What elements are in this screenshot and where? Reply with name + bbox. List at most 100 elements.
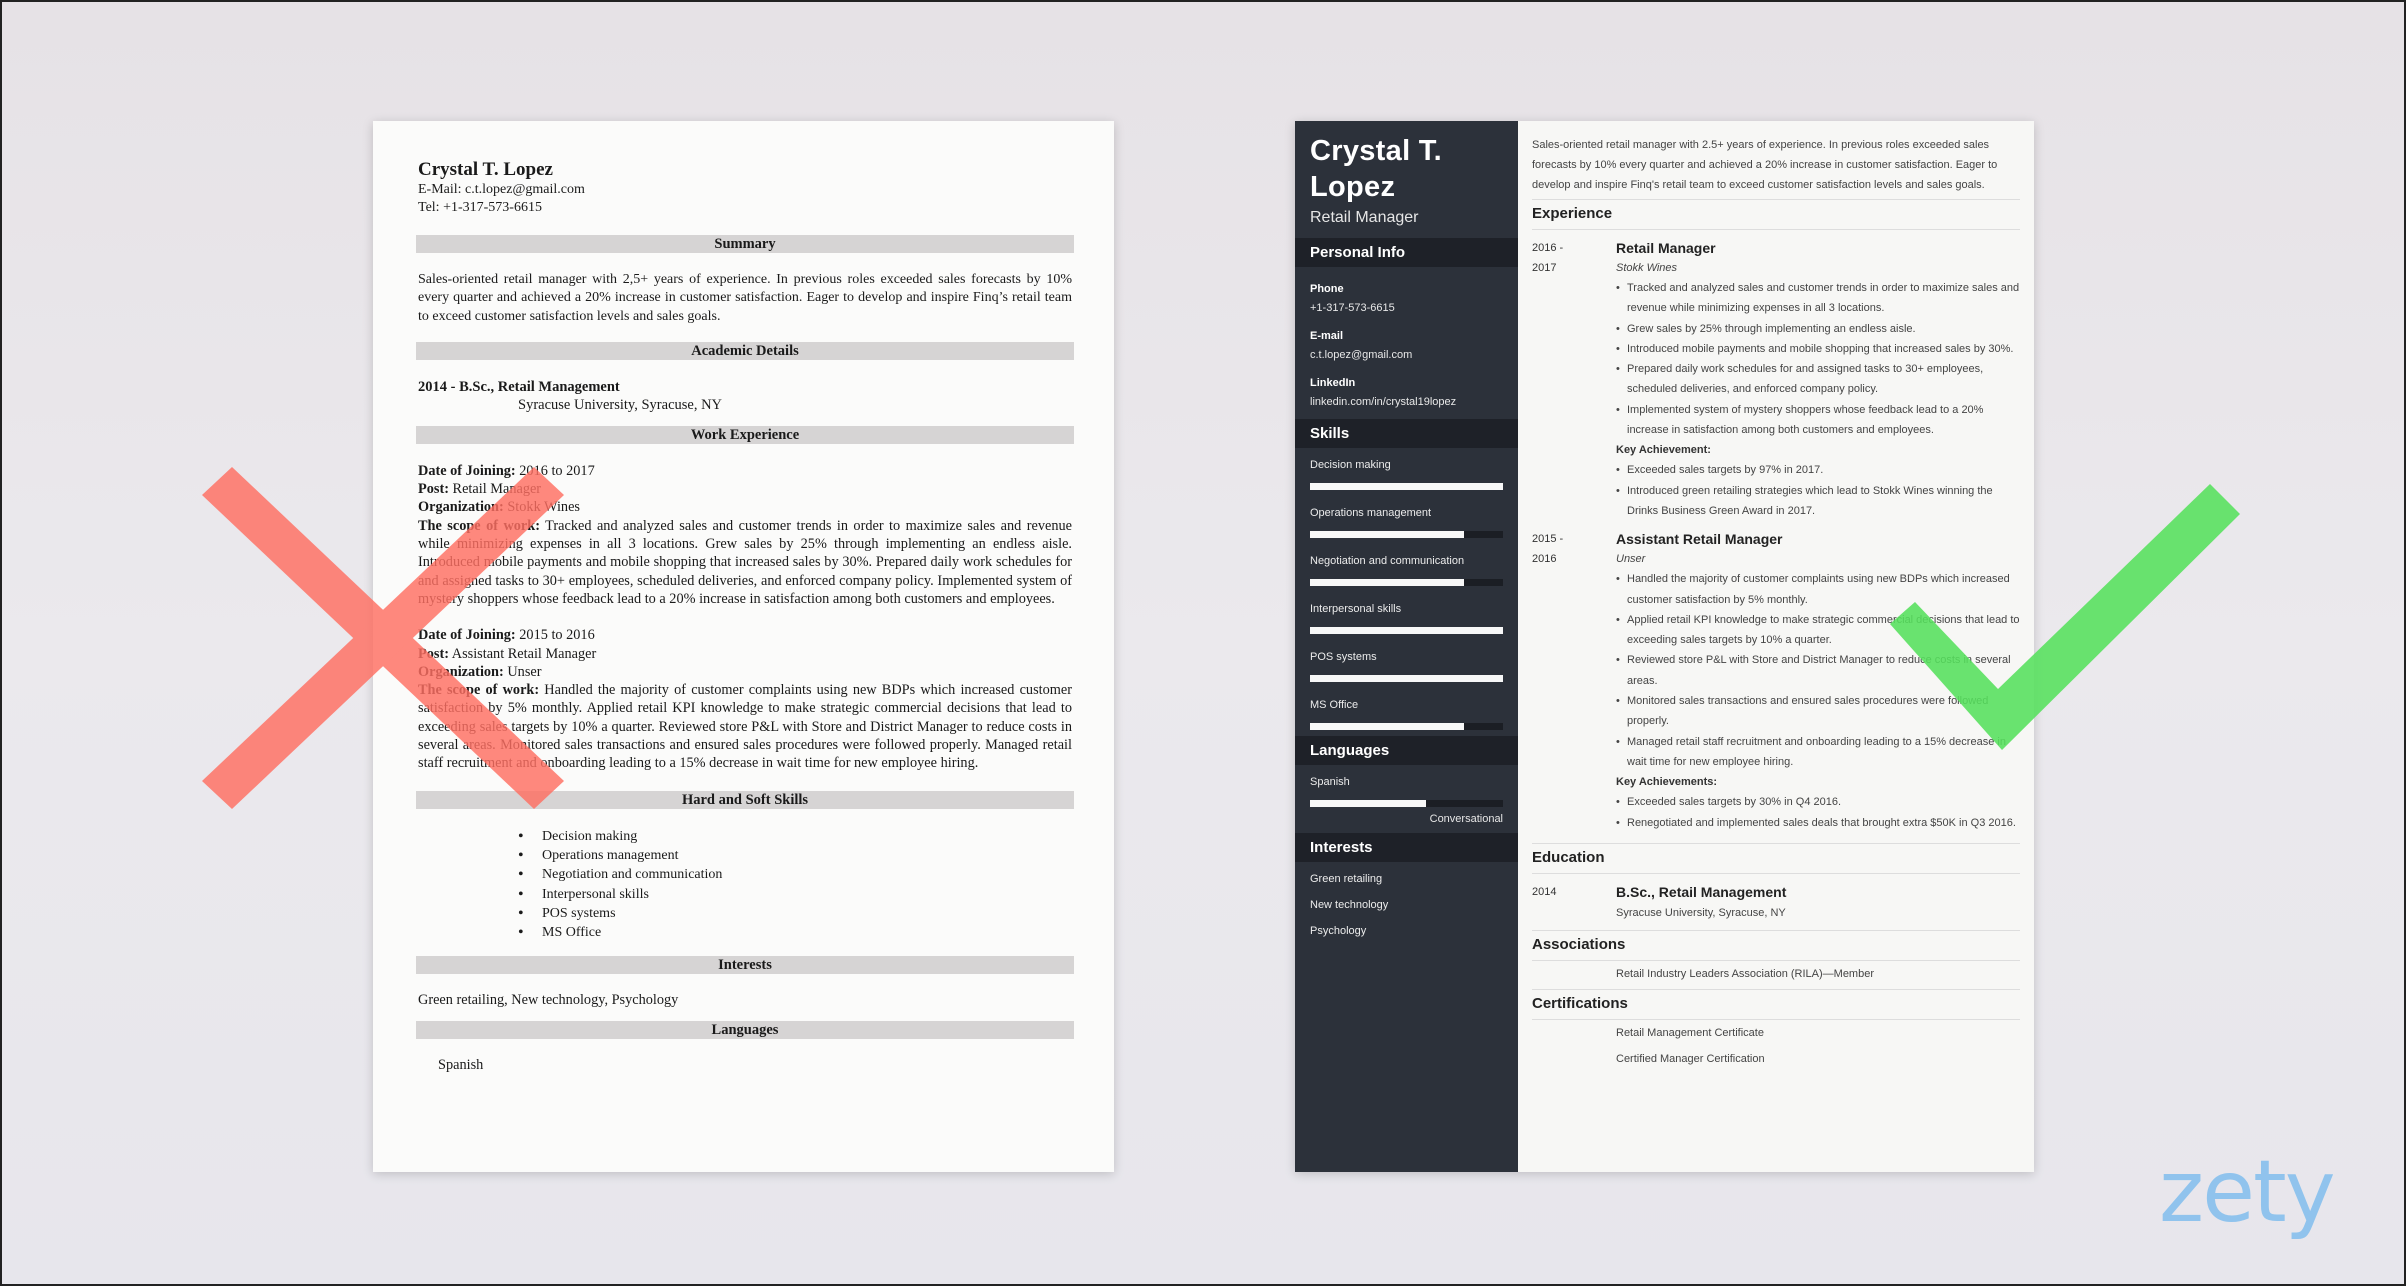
skill-name: Negotiation and communication bbox=[1310, 555, 1465, 567]
job-bullet: Grew sales by 25% through implementing a… bbox=[1616, 319, 2020, 340]
skill-level-bar bbox=[1310, 723, 1503, 730]
section-heading-experience: Experience bbox=[1532, 199, 2020, 230]
skill-item: Interpersonal skills bbox=[1295, 592, 1518, 634]
job-bullet: Prepared daily work schedules for and as… bbox=[1616, 359, 2020, 400]
skill-item: Operations management bbox=[1295, 496, 1518, 538]
sidebar-heading-skills: Skills bbox=[1295, 419, 1518, 448]
skill-name: Interpersonal skills bbox=[1310, 603, 1402, 615]
bad-interests-text: Green retailing, New technology, Psychol… bbox=[418, 992, 679, 1009]
check-stroke bbox=[1890, 484, 2240, 750]
skill-level-fill bbox=[1310, 579, 1465, 586]
bad-skill-item: MS Office bbox=[518, 923, 1072, 943]
skills-list: Decision making Operations management Nego… bbox=[1295, 448, 1518, 730]
skill-level-bar bbox=[1310, 531, 1503, 538]
bad-skill-item: POS systems bbox=[518, 904, 1072, 924]
job-date-end: 2016 bbox=[1532, 553, 1557, 566]
skill-name: Operations management bbox=[1310, 507, 1432, 519]
phone-value: +1-317-573-6615 bbox=[1310, 302, 1395, 314]
bad-skill-item: Negotiation and communication bbox=[518, 865, 1072, 885]
bad-section-interests: Interests bbox=[416, 956, 1074, 975]
linkedin-value: linkedin.com/in/crystal19lopez bbox=[1310, 396, 1457, 408]
job-bullet: Introduced mobile payments and mobile sh… bbox=[1616, 339, 2020, 360]
language-item: Spanish Conversational bbox=[1295, 765, 1518, 833]
bad-language: Spanish bbox=[438, 1057, 484, 1074]
bad-skill-item: Operations management bbox=[518, 846, 1072, 866]
languages-list: Spanish Conversational bbox=[1295, 765, 1518, 833]
job-dates: 2016 - 2017 bbox=[1532, 238, 1616, 521]
job-title: Retail Manager bbox=[1616, 240, 1716, 256]
job-date-end: 2017 bbox=[1532, 262, 1557, 274]
language-level-bar bbox=[1310, 800, 1503, 807]
key-achievement-label: Key Achievement: bbox=[1616, 444, 1711, 457]
skill-level-bar bbox=[1310, 627, 1503, 634]
bad-section-work: Work Experience bbox=[416, 425, 1074, 444]
resume-summary: Sales-oriented retail manager with 2.5+ … bbox=[1532, 139, 1998, 191]
job-company: Stokk Wines bbox=[1616, 262, 1678, 274]
resume-name: Crystal T. Lopez bbox=[1295, 121, 1518, 205]
job-bullets: Tracked and analyzed sales and customer … bbox=[1616, 278, 2020, 440]
job-bullet: Tracked and analyzed sales and customer … bbox=[1616, 278, 2020, 319]
achievement-bullets: Exceeded sales targets by 30% in Q4 2016… bbox=[1616, 792, 2020, 833]
skill-level-fill bbox=[1310, 483, 1503, 490]
interest-item: Green retailing bbox=[1310, 873, 1383, 885]
section-heading-education: Education bbox=[1532, 842, 2020, 874]
skill-level-fill bbox=[1310, 627, 1503, 634]
skill-item: MS Office bbox=[1295, 688, 1518, 730]
resume-name-line2: Lopez bbox=[1310, 171, 1396, 203]
experience-entry: 2016 - 2017 Retail Manager Stokk Wines Track… bbox=[1532, 238, 2020, 521]
bad-skill-item: Interpersonal skills bbox=[518, 885, 1072, 905]
skill-item: Negotiation and communication bbox=[1295, 544, 1518, 586]
sidebar-heading-personal-info: Personal Info bbox=[1295, 238, 1518, 267]
skill-level-bar bbox=[1310, 675, 1503, 682]
resume-job-title: Retail Manager bbox=[1310, 209, 1419, 226]
bad-section-academic: Academic Details bbox=[416, 341, 1074, 360]
resume-name-line1: Crystal T. bbox=[1310, 135, 1442, 167]
job-date-start: 2015 - bbox=[1532, 533, 1564, 546]
sidebar-heading-languages: Languages bbox=[1295, 736, 1518, 765]
job-details: Retail Manager Stokk Wines Tracked and ana… bbox=[1616, 238, 2020, 521]
linkedin-label: LinkedIn bbox=[1310, 377, 1356, 389]
zety-logo: zety bbox=[2159, 1142, 2336, 1242]
bad-edu-school: Syracuse University, Syracuse, NY bbox=[518, 396, 723, 413]
language-level-fill bbox=[1310, 800, 1426, 807]
certifications-list: Retail Management Certificate Certified M… bbox=[1532, 1020, 2020, 1072]
association-item: Retail Industry Leaders Association (RIL… bbox=[1616, 967, 1874, 980]
skill-level-fill bbox=[1310, 675, 1503, 682]
skill-item: POS systems bbox=[1295, 640, 1518, 682]
interests-list: Green retailing New technology Psychology bbox=[1295, 862, 1518, 940]
interest-item: New technology bbox=[1310, 899, 1389, 911]
section-heading-certifications: Certifications bbox=[1532, 988, 2020, 1020]
bad-skill-item: Decision making bbox=[518, 827, 1072, 847]
job-date-start: 2016 - bbox=[1532, 242, 1564, 254]
language-level-label: Conversational bbox=[1429, 813, 1503, 825]
interest-item: Psychology bbox=[1310, 925, 1367, 937]
sidebar-heading-interests: Interests bbox=[1295, 833, 1518, 862]
email-label: E-mail bbox=[1310, 330, 1344, 342]
certification-item: Retail Management Certificate bbox=[1616, 1026, 1764, 1039]
bad-section-languages: Languages bbox=[416, 1021, 1074, 1040]
check-mark-icon bbox=[1890, 484, 2240, 750]
bad-resume-name: Crystal T. Lopez bbox=[418, 159, 553, 180]
job-bullet: Implemented system of mystery shoppers w… bbox=[1616, 400, 2020, 441]
resume-sidebar: Crystal T. Lopez Retail Manager Personal… bbox=[1295, 121, 1518, 1172]
bad-skills-list: Decision makingOperations managementNego… bbox=[518, 827, 1072, 943]
skill-item: Decision making bbox=[1295, 448, 1518, 490]
education-entry: 2014 B.Sc., Retail Management Syracuse U… bbox=[1532, 882, 2020, 924]
associations-list: Retail Industry Leaders Association (RIL… bbox=[1532, 961, 2020, 987]
phone-label: Phone bbox=[1310, 283, 1344, 295]
bad-section-summary: Summary bbox=[416, 235, 1074, 253]
education-school: Syracuse University, Syracuse, NY bbox=[1616, 906, 1786, 919]
bad-summary-text: Sales-oriented retail manager with 2,5+ … bbox=[418, 272, 1072, 324]
bad-edu-title: 2014 - B.Sc., Retail Management bbox=[418, 378, 620, 395]
bad-resume-email: E-Mail: c.t.lopez@gmail.com bbox=[418, 182, 585, 197]
cross-mark-icon bbox=[202, 467, 564, 809]
skill-level-bar bbox=[1310, 483, 1503, 490]
section-heading-associations: Associations bbox=[1532, 929, 2020, 961]
education-year: 2014 bbox=[1532, 885, 1557, 898]
email-value: c.t.lopez@gmail.com bbox=[1310, 349, 1413, 361]
bad-resume-tel: Tel: +1-317-573-6615 bbox=[418, 200, 542, 215]
skill-level-fill bbox=[1310, 531, 1465, 538]
skill-name: Decision making bbox=[1310, 459, 1391, 471]
skill-name: POS systems bbox=[1310, 651, 1377, 663]
personal-info-block: Phone +1-317-573-6615 E-mail c.t.lopez@g… bbox=[1295, 267, 1518, 409]
